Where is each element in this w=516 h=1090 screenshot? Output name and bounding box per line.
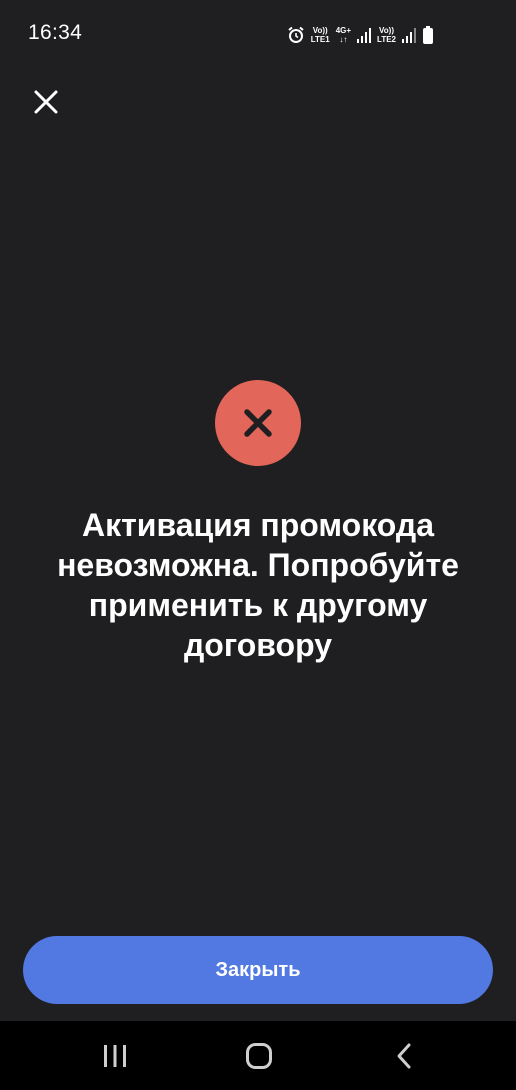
network-type-label: 4G+ (335, 26, 352, 35)
close-icon[interactable] (30, 86, 62, 118)
sim2-lte-label: LTE2 (377, 35, 396, 44)
signal-icon (402, 27, 416, 43)
battery-icon (422, 26, 434, 44)
recent-apps-icon[interactable] (95, 1039, 135, 1073)
alarm-icon (287, 26, 305, 44)
close-button[interactable]: Закрыть (23, 936, 493, 1004)
error-message: Активация промокода невозможна. Попробуй… (57, 507, 459, 663)
navigation-bar (0, 1021, 516, 1090)
status-bar: 16:34 Vo)) LTE1 4G+ ↓↑ Vo)) LTE2 (0, 0, 516, 68)
home-icon[interactable] (239, 1039, 279, 1073)
status-icons: Vo)) LTE1 4G+ ↓↑ Vo)) LTE2 (287, 24, 434, 46)
status-time: 16:34 (28, 21, 83, 44)
screen: 16:34 Vo)) LTE1 4G+ ↓↑ Vo)) LTE2 Активац… (0, 0, 516, 1090)
sim1-volte-label: Vo)) (312, 26, 328, 35)
sim2-volte-indicator: Vo)) LTE2 (377, 26, 396, 44)
error-icon (215, 380, 301, 466)
sim1-volte-indicator: Vo)) LTE1 (311, 26, 330, 44)
signal-icon (357, 27, 372, 43)
data-activity-label: ↓↑ (339, 35, 348, 44)
sim2-volte-label: Vo)) (379, 26, 394, 35)
back-icon[interactable] (384, 1039, 424, 1073)
sim1-lte-label: LTE1 (310, 35, 330, 44)
network-type-indicator: 4G+ ↓↑ (336, 26, 351, 44)
